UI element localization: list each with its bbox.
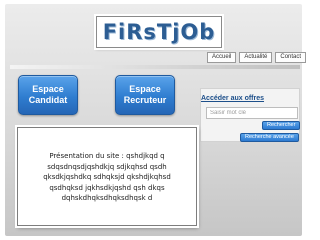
espace-candidat-line2: Candidat <box>28 95 68 105</box>
page: FiRsTjOb Accueil Actualité Contact Espac… <box>0 0 320 240</box>
nav-accueil[interactable]: Accueil <box>207 52 237 63</box>
espace-recruteur-line2: Recruteur <box>123 95 167 105</box>
offers-title[interactable]: Accéder aux offres <box>201 95 264 102</box>
espace-candidat-line1: Espace <box>32 84 64 94</box>
nav-divider <box>10 65 300 69</box>
nav-actualite[interactable]: Actualité <box>239 52 273 63</box>
espace-recruteur-button[interactable]: Espace Recruteur <box>115 75 175 115</box>
nav-contact[interactable]: Contact <box>275 52 307 63</box>
espace-candidat-button[interactable]: Espace Candidat <box>18 75 78 115</box>
search-input[interactable] <box>206 107 298 119</box>
site-logo[interactable]: FiRsTjOb <box>96 16 222 48</box>
top-navigation: Accueil Actualité Contact <box>207 52 307 63</box>
logo-text: FiRsTjOb <box>102 20 216 44</box>
advanced-search-button[interactable]: Recherche avancée <box>240 133 299 142</box>
espace-recruteur-line1: Espace <box>129 84 161 94</box>
search-button[interactable]: Rechercher <box>262 121 301 130</box>
presentation-text: Présentation du site : qshdjkqd q sdqsdn… <box>43 152 171 202</box>
presentation-box: Présentation du site : qshdjkqd q sdqsdn… <box>17 127 197 226</box>
